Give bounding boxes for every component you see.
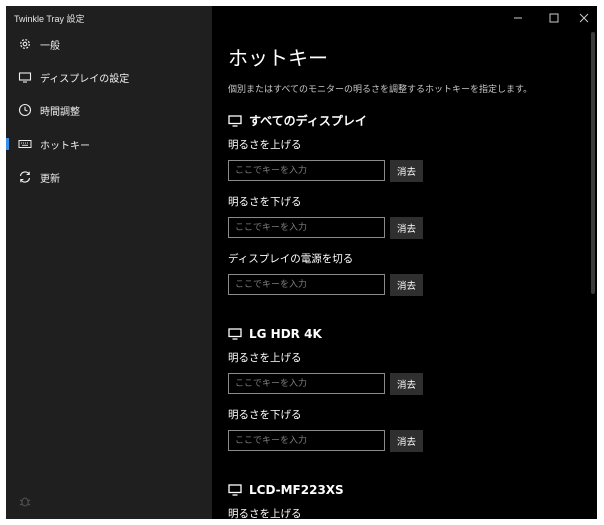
hotkey-label: 明るさを上げる <box>228 139 302 151</box>
clear-button[interactable]: 消去 <box>390 274 423 296</box>
hotkey-label: 明るさを上げる <box>228 508 302 519</box>
hotkey-label: 明るさを上げる <box>228 352 302 364</box>
gear-icon <box>18 37 32 51</box>
maximize-button[interactable] <box>544 10 564 26</box>
clear-button[interactable]: 消去 <box>390 160 423 182</box>
window-title: Twinkle Tray 設定 <box>14 14 85 24</box>
minimize-button[interactable] <box>508 10 528 26</box>
sidebar-item-general[interactable]: 一般 <box>6 31 212 57</box>
section-title-text: すべてのディスプレイ <box>249 114 367 128</box>
sidebar-item-display[interactable]: ディスプレイの設定 <box>6 64 212 90</box>
monitor-icon <box>228 328 242 340</box>
monitor-icon <box>18 70 32 84</box>
keyboard-icon <box>18 137 32 151</box>
sidebar-item-label: ホットキー <box>40 140 90 152</box>
refresh-icon <box>18 170 32 184</box>
section-title-text: LCD-MF223XS <box>249 483 344 497</box>
bug-icon[interactable] <box>18 493 32 507</box>
scrollbar[interactable] <box>589 6 597 519</box>
sidebar-item-label: 更新 <box>40 173 60 185</box>
section-title-lcd-mf223xs: LCD-MF223XS <box>228 483 344 497</box>
sidebar-item-label: ディスプレイの設定 <box>40 73 130 85</box>
hotkey-label: ディスプレイの電源を切る <box>228 253 354 265</box>
settings-window: Twinkle Tray 設定 一般 ディスプレイの設定 時間調整 ホットキー <box>6 6 597 519</box>
sidebar-item-time[interactable]: 時間調整 <box>6 97 212 123</box>
section-title-lg-hdr-4k: LG HDR 4K <box>228 327 322 341</box>
hotkey-label: 明るさを下げる <box>228 196 302 208</box>
sidebar: Twinkle Tray 設定 一般 ディスプレイの設定 時間調整 ホットキー <box>6 6 212 519</box>
clear-button[interactable]: 消去 <box>390 373 423 395</box>
hotkey-input[interactable] <box>228 430 385 451</box>
clear-button[interactable]: 消去 <box>390 217 423 239</box>
page-description: 個別またはすべてのモニターの明るさを調整するホットキーを指定します。 <box>228 85 533 95</box>
clock-icon <box>18 103 32 117</box>
hotkey-input[interactable] <box>228 373 385 394</box>
scrollbar-thumb[interactable] <box>591 32 595 294</box>
monitor-icon <box>228 484 242 496</box>
page-title: ホットキー <box>228 48 328 70</box>
hotkey-label: 明るさを下げる <box>228 409 302 421</box>
sidebar-item-label: 一般 <box>40 40 60 52</box>
sidebar-item-update[interactable]: 更新 <box>6 164 212 190</box>
monitor-icon <box>228 114 242 127</box>
sidebar-item-hotkeys[interactable]: ホットキー <box>6 131 212 157</box>
hotkeys-panel: ホットキー 個別またはすべてのモニターの明るさを調整するホットキーを指定します。… <box>212 6 597 519</box>
hotkey-input[interactable] <box>228 274 385 295</box>
hotkey-input[interactable] <box>228 160 385 181</box>
hotkey-input[interactable] <box>228 217 385 238</box>
clear-button[interactable]: 消去 <box>390 430 423 452</box>
section-title-all-displays: すべてのディスプレイ <box>228 112 367 129</box>
section-title-text: LG HDR 4K <box>249 327 322 341</box>
sidebar-item-label: 時間調整 <box>40 106 80 118</box>
